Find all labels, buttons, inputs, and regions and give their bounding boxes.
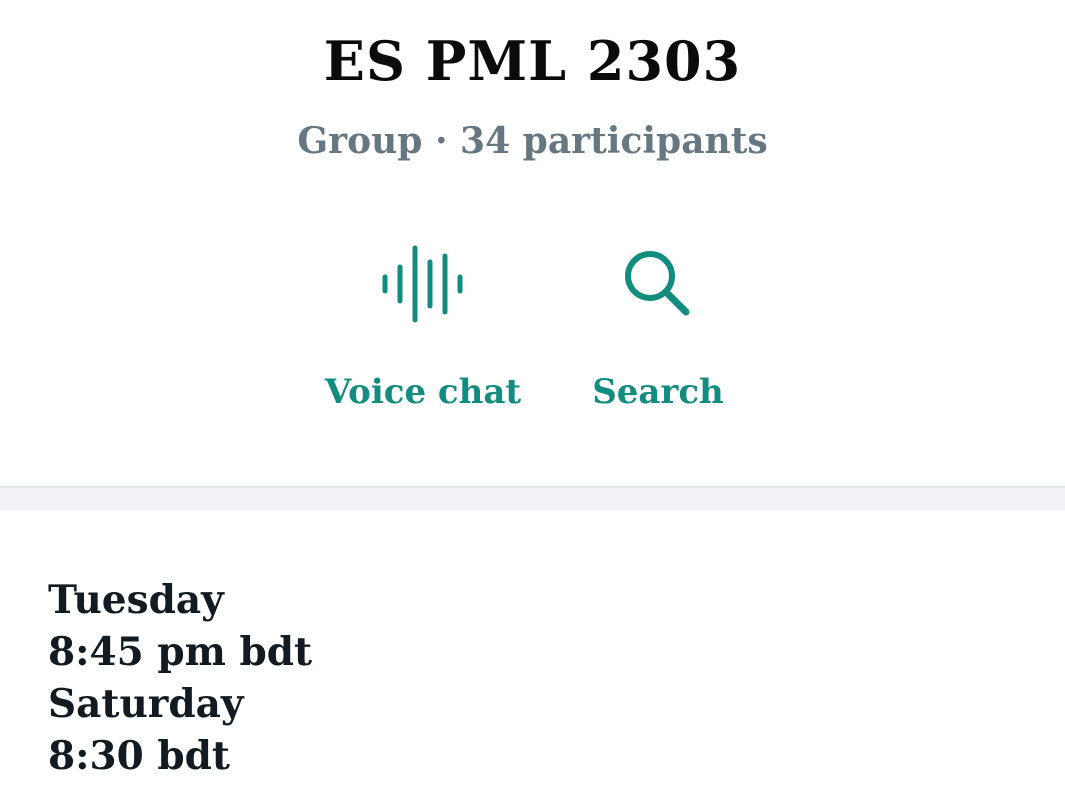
group-subtitle: Group · 34 participants bbox=[297, 120, 768, 162]
search-label: Search bbox=[592, 372, 724, 412]
group-title: ES PML 2303 bbox=[323, 29, 742, 93]
section-divider bbox=[0, 486, 1065, 510]
voice-wave-icon bbox=[313, 236, 533, 332]
description-line: 8:30 bdt bbox=[48, 733, 230, 779]
description-line: Tuesday bbox=[48, 577, 224, 623]
description-line: 8:45 pm bdt bbox=[48, 629, 313, 675]
search-icon bbox=[548, 236, 768, 332]
description-line: Saturday bbox=[48, 681, 244, 727]
search-button[interactable]: Search bbox=[548, 236, 768, 426]
voice-chat-button[interactable]: Voice chat bbox=[313, 236, 533, 426]
group-description: Tuesday 8:45 pm bdt Saturday 8:30 bdt bbox=[48, 574, 948, 782]
voice-chat-label: Voice chat bbox=[324, 372, 522, 412]
group-info-header: ES PML 2303 Group · 34 participants Voic… bbox=[0, 0, 1065, 486]
